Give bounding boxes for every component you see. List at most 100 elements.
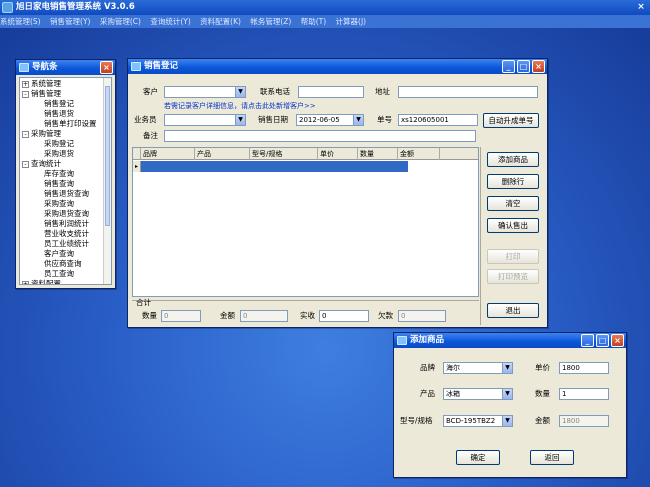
product-select[interactable]: 冰箱 ▼: [443, 388, 513, 400]
nav-tree-item[interactable]: 员工业绩统计: [44, 239, 89, 249]
paid-input[interactable]: 0: [319, 310, 369, 322]
order-number-label: 单号: [377, 115, 392, 124]
clear-button[interactable]: 清空: [487, 196, 539, 211]
menu-config[interactable]: 资料配置(K): [200, 15, 241, 28]
total-quantity-value: 0: [164, 312, 169, 320]
nav-tree-item[interactable]: 库存查询: [44, 169, 74, 179]
phone-input[interactable]: [298, 86, 364, 98]
date-picker[interactable]: 2012-06-05 ▼: [296, 114, 364, 126]
nav-tree-item[interactable]: 销售查询: [44, 179, 74, 189]
auto-order-number-button[interactable]: 自动升成单号: [483, 113, 539, 128]
quantity-value: 1: [562, 390, 567, 398]
order-number-input[interactable]: xs120605001: [398, 114, 478, 126]
customer-select[interactable]: ▼: [164, 86, 246, 98]
nav-tree-item-label: 采购查询: [44, 199, 74, 208]
nav-tree-item-label: 营业收支统计: [44, 229, 89, 238]
order-number-value: xs120605001: [401, 116, 449, 124]
nav-tree-item[interactable]: 采购退货查询: [44, 209, 89, 219]
menu-accounts[interactable]: 帐务管理(Z): [250, 15, 291, 28]
nav-close-button[interactable]: ×: [100, 61, 113, 74]
nav-scrollbar-thumb[interactable]: [105, 86, 110, 226]
chevron-down-icon: ▼: [502, 389, 512, 399]
collapse-icon[interactable]: -: [22, 130, 29, 138]
nav-tree-item[interactable]: - 销售管理: [22, 89, 61, 99]
model-select[interactable]: BCD-195TBZ2 ▼: [443, 415, 513, 427]
amount-label: 金额: [535, 416, 550, 425]
row-indicator[interactable]: ▸: [133, 161, 141, 172]
dialog-close-button[interactable]: ×: [611, 334, 624, 347]
brand-label: 品牌: [420, 363, 435, 372]
chevron-down-icon: ▼: [502, 363, 512, 373]
expand-icon[interactable]: +: [22, 280, 29, 284]
nav-tree-item[interactable]: 销售退货查询: [44, 189, 89, 199]
quantity-input[interactable]: 1: [559, 388, 609, 400]
nav-tree-item[interactable]: 销售退货: [44, 109, 74, 119]
nav-tree-item[interactable]: - 采购管理: [22, 129, 61, 139]
column-brand[interactable]: 品牌: [141, 148, 195, 160]
collapse-icon[interactable]: -: [22, 90, 29, 98]
nav-tree-item[interactable]: + 资料配置: [22, 279, 61, 284]
menu-system[interactable]: 系统管理(S): [0, 15, 41, 28]
nav-tree-item[interactable]: 营业收支统计: [44, 229, 89, 239]
menu-help[interactable]: 帮助(T): [301, 15, 326, 28]
nav-tree-item[interactable]: 销售登记: [44, 99, 74, 109]
product-grid[interactable]: 品牌 产品 型号/规格 单价 数量 金额 ▸: [132, 147, 479, 297]
quantity-label: 数量: [535, 389, 550, 398]
nav-tree-item[interactable]: 采购登记: [44, 139, 74, 149]
sales-minimize-button[interactable]: _: [502, 60, 515, 73]
print-preview-button[interactable]: 打印预览: [487, 269, 539, 284]
expand-icon[interactable]: +: [22, 80, 29, 88]
column-amount[interactable]: 金额: [398, 148, 440, 160]
menu-query[interactable]: 查询统计(Y): [150, 15, 190, 28]
chevron-down-icon: ▼: [502, 416, 512, 426]
unit-price-input[interactable]: 1800: [559, 362, 609, 374]
paid-value: 0: [322, 312, 327, 320]
confirm-sale-button[interactable]: 确认售出: [487, 218, 539, 233]
selected-table-row[interactable]: [141, 161, 408, 172]
print-button[interactable]: 打印: [487, 249, 539, 264]
add-customer-link[interactable]: 若需记录客户详细信息，请点击此处新增客户>>: [164, 101, 316, 111]
nav-tree-item[interactable]: 客户查询: [44, 249, 74, 259]
brand-select[interactable]: 海尔 ▼: [443, 362, 513, 374]
chevron-down-icon: ▼: [235, 87, 245, 97]
remark-input[interactable]: [164, 130, 476, 142]
ok-button[interactable]: 确定: [456, 450, 500, 465]
totals-label: 合计: [136, 298, 151, 307]
date-value: 2012-06-05: [299, 116, 340, 124]
product-label: 产品: [420, 389, 435, 398]
back-button[interactable]: 返回: [530, 450, 574, 465]
dialog-minimize-button[interactable]: _: [581, 334, 594, 347]
owed-field: 0: [398, 310, 446, 322]
exit-button[interactable]: 退出: [487, 303, 539, 318]
app-close-button[interactable]: ×: [635, 1, 647, 13]
nav-tree-item[interactable]: 销售单打印设置: [44, 119, 97, 129]
nav-tree-item[interactable]: 销售利润统计: [44, 219, 89, 229]
nav-tree-item[interactable]: 采购退货: [44, 149, 74, 159]
nav-tree-item-label: 员工业绩统计: [44, 239, 89, 248]
nav-tree-item[interactable]: + 系统管理: [22, 79, 61, 89]
column-quantity[interactable]: 数量: [358, 148, 398, 160]
column-price[interactable]: 单价: [318, 148, 358, 160]
nav-tree-item[interactable]: 采购查询: [44, 199, 74, 209]
column-product[interactable]: 产品: [195, 148, 250, 160]
delete-row-button[interactable]: 删除行: [487, 174, 539, 189]
dialog-maximize-button[interactable]: □: [596, 334, 609, 347]
collapse-icon[interactable]: -: [22, 160, 29, 168]
menu-sales[interactable]: 销售管理(Y): [50, 15, 90, 28]
nav-tree-item-label: 销售退货: [44, 109, 74, 118]
sales-close-button[interactable]: ×: [532, 60, 545, 73]
nav-tree-item[interactable]: - 查询统计: [22, 159, 61, 169]
column-model[interactable]: 型号/规格: [250, 148, 318, 160]
add-product-button[interactable]: 添加商品: [487, 152, 539, 167]
address-input[interactable]: [398, 86, 538, 98]
menu-purchase[interactable]: 采购管理(C): [100, 15, 141, 28]
staff-select[interactable]: ▼: [164, 114, 246, 126]
sales-maximize-button[interactable]: □: [517, 60, 530, 73]
menu-calculator[interactable]: 计算器(J): [336, 15, 367, 28]
nav-window-title: 导航条: [32, 62, 58, 72]
nav-scrollbar[interactable]: [103, 78, 111, 284]
nav-tree-item[interactable]: 员工查询: [44, 269, 74, 279]
sales-window-icon: [131, 62, 141, 71]
nav-tree-item[interactable]: 供应商查询: [44, 259, 82, 269]
nav-tree-item-label: 采购退货查询: [44, 209, 89, 218]
